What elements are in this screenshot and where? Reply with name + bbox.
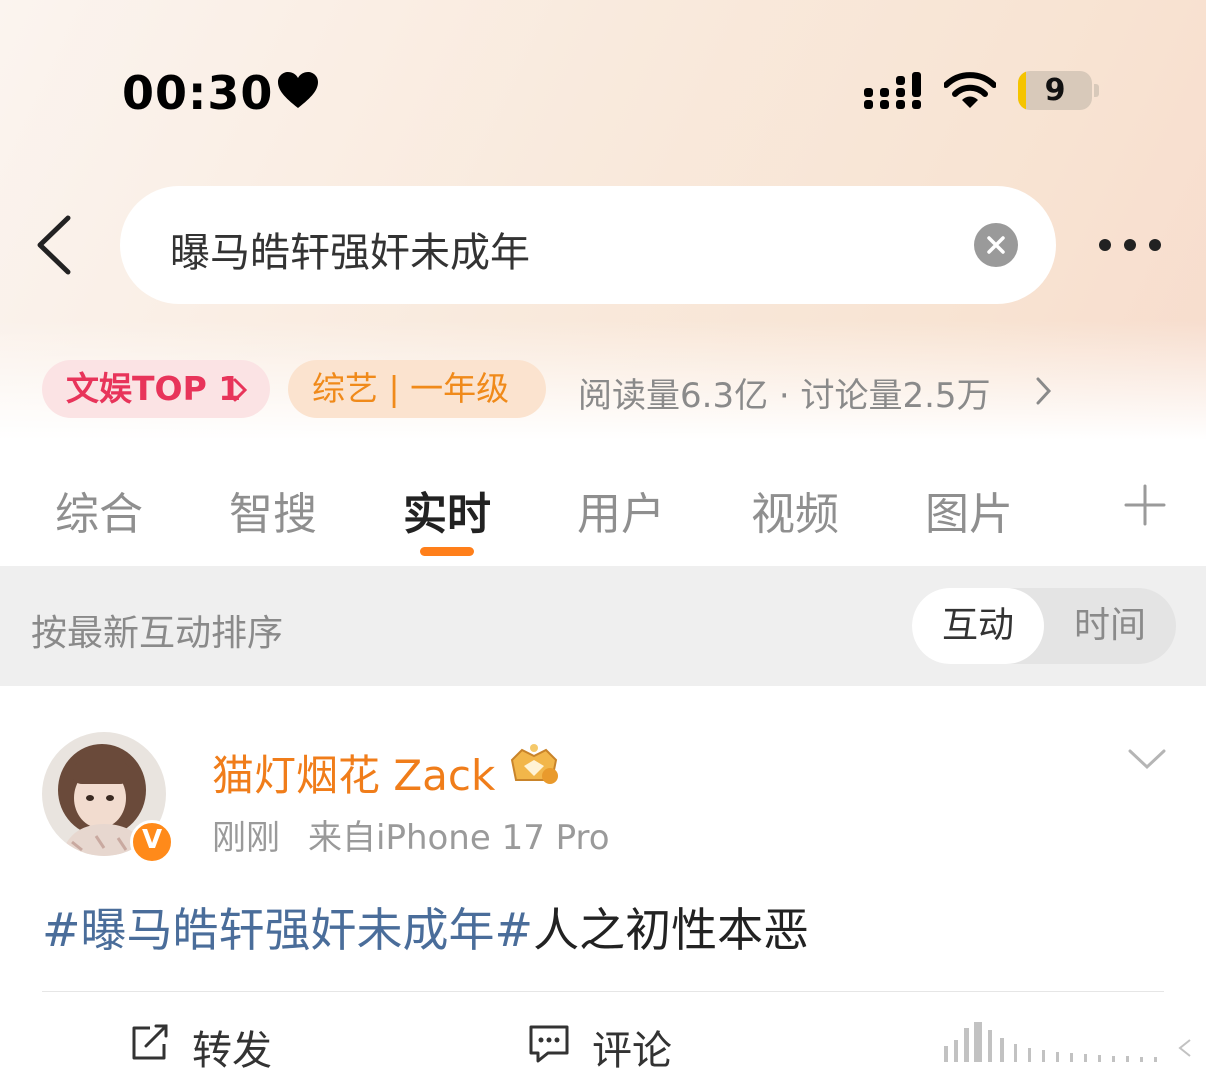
heart-icon (278, 72, 318, 108)
sort-toggle[interactable]: 互动 时间 (912, 588, 1176, 664)
sort-option-interaction[interactable]: 互动 (912, 588, 1044, 664)
search-input[interactable]: 曝马皓轩强奸未成年 (120, 186, 1056, 304)
comment-label: 评论 (592, 1028, 672, 1074)
repost-icon (132, 1024, 168, 1060)
stats-chevron-icon[interactable] (1034, 374, 1054, 408)
wifi-icon (944, 72, 996, 108)
battery-nub (1094, 84, 1099, 97)
battery-indicator: 9 (1018, 71, 1092, 110)
divider (42, 991, 1164, 992)
category-tag[interactable]: 综艺 | 一年级 (288, 360, 546, 418)
plus-icon[interactable] (1124, 484, 1166, 526)
tab-images[interactable]: 图片 (925, 478, 1013, 542)
chevron-right-icon (233, 378, 248, 402)
crown-badge-icon[interactable] (506, 742, 562, 788)
post-text: 人之初性本恶 (533, 903, 810, 957)
sort-option-time[interactable]: 时间 (1044, 588, 1176, 664)
search-query: 曝马皓轩强奸未成年 (170, 230, 530, 276)
active-tab-indicator (420, 547, 474, 556)
sort-bar: 按最新互动排序 互动 时间 (0, 566, 1206, 686)
signal-icon (864, 72, 921, 109)
post-meta: 刚刚 来自iPhone 17 Pro (212, 810, 610, 859)
topic-stats[interactable]: 阅读量6.3亿 · 讨论量2.5万 (578, 368, 991, 417)
tab-users[interactable]: 用户 (577, 478, 665, 542)
sort-label: 按最新互动排序 (31, 613, 284, 654)
comment-icon (529, 1025, 569, 1063)
rank-tag[interactable]: 文娱TOP 1 (42, 360, 270, 418)
post-username[interactable]: 猫灯烟花 Zack (212, 742, 495, 803)
verified-v-icon: V (130, 820, 174, 864)
post-source: 来自iPhone 17 Pro (308, 818, 610, 858)
post-content: #曝马皓轩强奸未成年#人之初性本恶 (42, 894, 809, 960)
rank-tag-label: 文娱TOP 1 (66, 369, 242, 408)
clear-icon (987, 236, 1005, 254)
more-icon[interactable] (1098, 238, 1162, 252)
category-tag-label: 综艺 | 一年级 (312, 369, 510, 408)
tab-realtime[interactable]: 实时 (403, 478, 491, 542)
repost-label: 转发 (192, 1028, 272, 1074)
status-time: 00:30 (122, 66, 274, 120)
clear-search-button[interactable] (974, 223, 1018, 267)
post-hashtag[interactable]: #曝马皓轩强奸未成年# (42, 903, 533, 957)
post-time: 刚刚 (212, 818, 280, 858)
back-icon[interactable] (32, 212, 76, 278)
tab-comprehensive[interactable]: 综合 (55, 478, 143, 542)
tab-smart-search[interactable]: 智搜 (229, 478, 317, 542)
tab-videos[interactable]: 视频 (751, 478, 839, 542)
chevron-down-icon[interactable] (1128, 748, 1166, 770)
watermark-graphic (944, 1022, 1191, 1062)
